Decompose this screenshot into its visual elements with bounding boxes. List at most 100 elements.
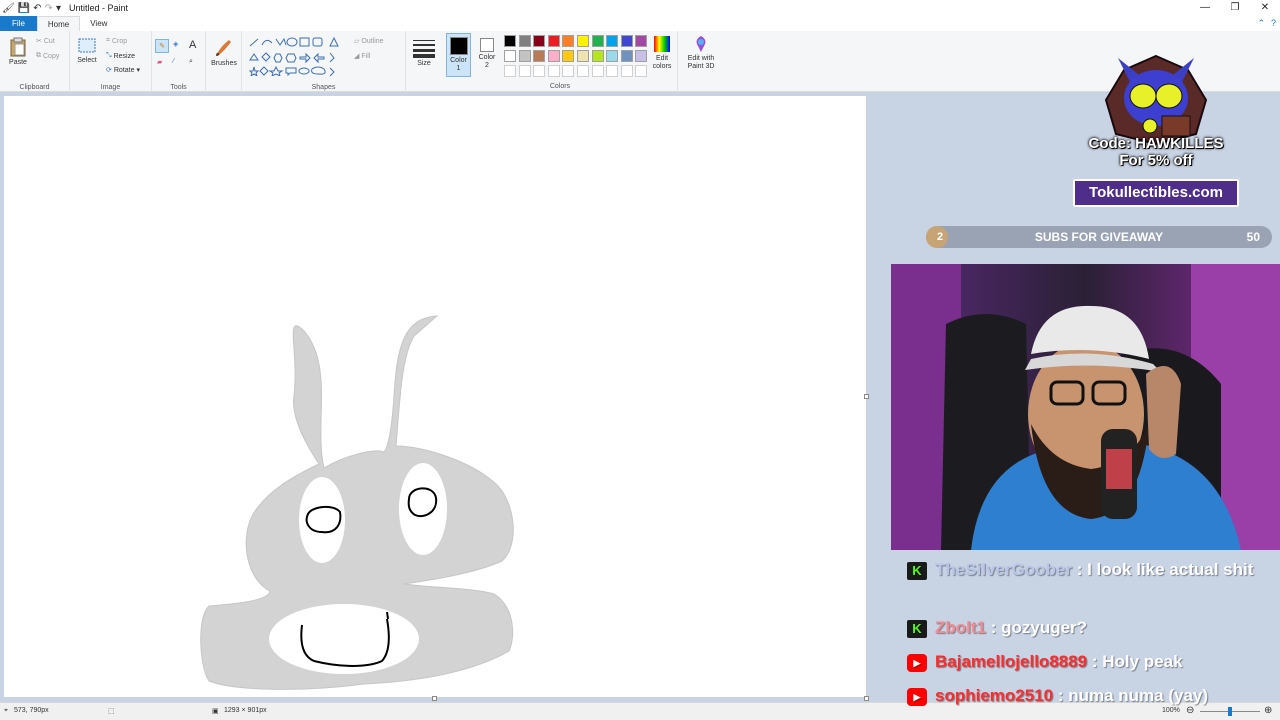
color2-button[interactable]: Color 2 [475, 36, 499, 70]
tab-view[interactable]: View [80, 16, 117, 31]
fill-button[interactable]: ◢ Fill [354, 52, 370, 61]
fill-tool[interactable]: ◈ [173, 40, 178, 48]
window-controls: — ❐ ✕ [1190, 0, 1280, 16]
webcam-image [891, 264, 1280, 550]
cursor-position-icon: ⌖ [4, 707, 8, 714]
rotate-icon: ⟳ [106, 67, 112, 74]
window-title: Untitled - Paint [68, 3, 128, 13]
youtube-icon: ▶ [907, 653, 927, 672]
palette-color-swatch[interactable] [562, 35, 575, 47]
maximize-button[interactable]: ❐ [1220, 0, 1250, 16]
palette-empty-swatch[interactable] [547, 65, 560, 77]
line-size-icon [413, 40, 435, 58]
chevron-down-icon: ▾ [136, 67, 141, 74]
subs-goal: 50 [1246, 230, 1260, 244]
color1-button[interactable]: Color 1 [446, 33, 471, 77]
image-size-icon: ▣ [212, 708, 219, 715]
palette-color-swatch[interactable] [533, 50, 546, 62]
resize-handle-right[interactable] [864, 394, 869, 399]
brushes-button[interactable]: Brushes [209, 36, 239, 67]
color2-swatch [480, 38, 494, 52]
copy-button[interactable]: ⧉ Copy [36, 52, 59, 60]
palette-empty-swatch[interactable] [591, 65, 604, 77]
palette-color-swatch[interactable] [606, 50, 619, 62]
palette-color-swatch[interactable] [577, 50, 589, 62]
palette-color-swatch[interactable] [547, 50, 560, 62]
undo-icon[interactable]: ↶ [33, 3, 41, 14]
close-button[interactable]: ✕ [1250, 0, 1280, 16]
fill-bucket-icon: ◈ [173, 41, 179, 48]
palette-color-swatch[interactable] [518, 50, 531, 62]
palette-color-swatch[interactable] [620, 50, 633, 62]
palette-color-swatch[interactable] [518, 35, 531, 47]
shapes-label: Shapes [311, 84, 336, 91]
youtube-icon: ▶ [907, 687, 927, 706]
edit-colors-button[interactable]: Edit colors [646, 35, 678, 71]
palette-empty-swatch[interactable] [562, 65, 575, 77]
image-group: Select ⌗ Crop ⤡ Resize ⟳ Rotate ▾ Image [70, 31, 152, 92]
palette-empty-swatch[interactable] [577, 65, 589, 77]
colors-label: Colors [549, 83, 571, 90]
eraser-tool[interactable]: ▰ [157, 58, 162, 66]
palette-color-swatch[interactable] [591, 50, 604, 62]
palette-empty-swatch[interactable] [533, 65, 546, 77]
pencil-tool[interactable]: ✎ [155, 39, 169, 53]
palette-empty-swatch[interactable] [606, 65, 619, 77]
subs-goal-bar: 2 SUBS FOR GIVEAWAY 50 [926, 226, 1272, 248]
zoom-slider-thumb[interactable] [1228, 707, 1232, 716]
drawing-canvas[interactable] [4, 96, 866, 697]
palette-empty-swatch[interactable] [518, 65, 531, 77]
crop-button[interactable]: ⌗ Crop [106, 37, 127, 45]
text-tool[interactable]: A [189, 39, 196, 51]
palette-color-swatch[interactable] [577, 35, 589, 47]
webcam-feed [891, 264, 1280, 550]
image-size: 1293 × 901px [224, 707, 267, 714]
magnifier-tool[interactable]: ⌕ [189, 58, 193, 66]
collapse-ribbon-icon[interactable]: ⌃ [1257, 16, 1265, 31]
outline-button[interactable]: ▱ Outline [354, 37, 384, 46]
resize-handle-bottom[interactable] [432, 696, 437, 701]
customize-toolbar-icon[interactable]: ▾ [56, 3, 61, 14]
paint-app-icon: 🖌 [2, 2, 15, 14]
save-icon[interactable]: 💾 [18, 3, 30, 14]
chat-text: : I look like actual shit [1071, 560, 1254, 579]
palette-color-swatch[interactable] [504, 35, 516, 47]
chat-text: : Holy peak [1087, 652, 1183, 671]
edit-with-paint3d-button[interactable]: Edit with Paint 3D [681, 35, 721, 71]
chat-message: K Zbolt1 : gozyuger? [907, 616, 1267, 640]
select-button[interactable]: Select [75, 37, 99, 64]
palette-empty-swatch[interactable] [504, 65, 516, 77]
size-button[interactable]: Size [410, 38, 438, 67]
palette-empty-swatch[interactable] [620, 65, 633, 77]
shapes-gallery[interactable] [248, 36, 348, 76]
tab-home[interactable]: Home [36, 16, 81, 31]
chat-message: K TheSilverGoober : I look like actual sh… [907, 558, 1267, 582]
palette-color-swatch[interactable] [504, 50, 516, 62]
tab-file[interactable]: File [0, 16, 37, 31]
color1-swatch [449, 37, 468, 55]
palette-color-swatch[interactable] [562, 50, 575, 62]
help-icon[interactable]: ? [1271, 16, 1276, 31]
palette-color-swatch[interactable] [606, 35, 619, 47]
palette-color-swatch[interactable] [620, 35, 633, 47]
resize-handle-corner[interactable] [864, 696, 869, 701]
palette-color-swatch[interactable] [591, 35, 604, 47]
palette-color-swatch[interactable] [533, 35, 546, 47]
zoom-level: 100% [1162, 707, 1180, 714]
palette-color-swatch[interactable] [547, 35, 560, 47]
quick-access-toolbar: 🖌 💾 ↶ ↷ ▾ [0, 3, 61, 14]
copy-icon: ⧉ [36, 52, 41, 59]
chat-username: sophiemo2510 [935, 686, 1054, 705]
text-icon: A [189, 39, 197, 51]
minimize-button[interactable]: — [1190, 0, 1220, 16]
chat-text: : gozyuger? [986, 618, 1088, 637]
rotate-button[interactable]: ⟳ Rotate ▾ [106, 66, 141, 75]
color-picker-tool[interactable]: ⁄ [173, 58, 174, 65]
tools-group: ✎ ◈ A ▰ ⁄ ⌕ Tools [152, 31, 206, 92]
cut-button[interactable]: ✂ Cut [36, 37, 55, 46]
brush-icon [216, 40, 231, 56]
paste-button[interactable]: Paste [5, 37, 31, 66]
redo-icon[interactable]: ↷ [45, 3, 53, 14]
resize-button[interactable]: ⤡ Resize [106, 52, 135, 60]
chat-username: Bajamellojello8889 [935, 652, 1088, 671]
